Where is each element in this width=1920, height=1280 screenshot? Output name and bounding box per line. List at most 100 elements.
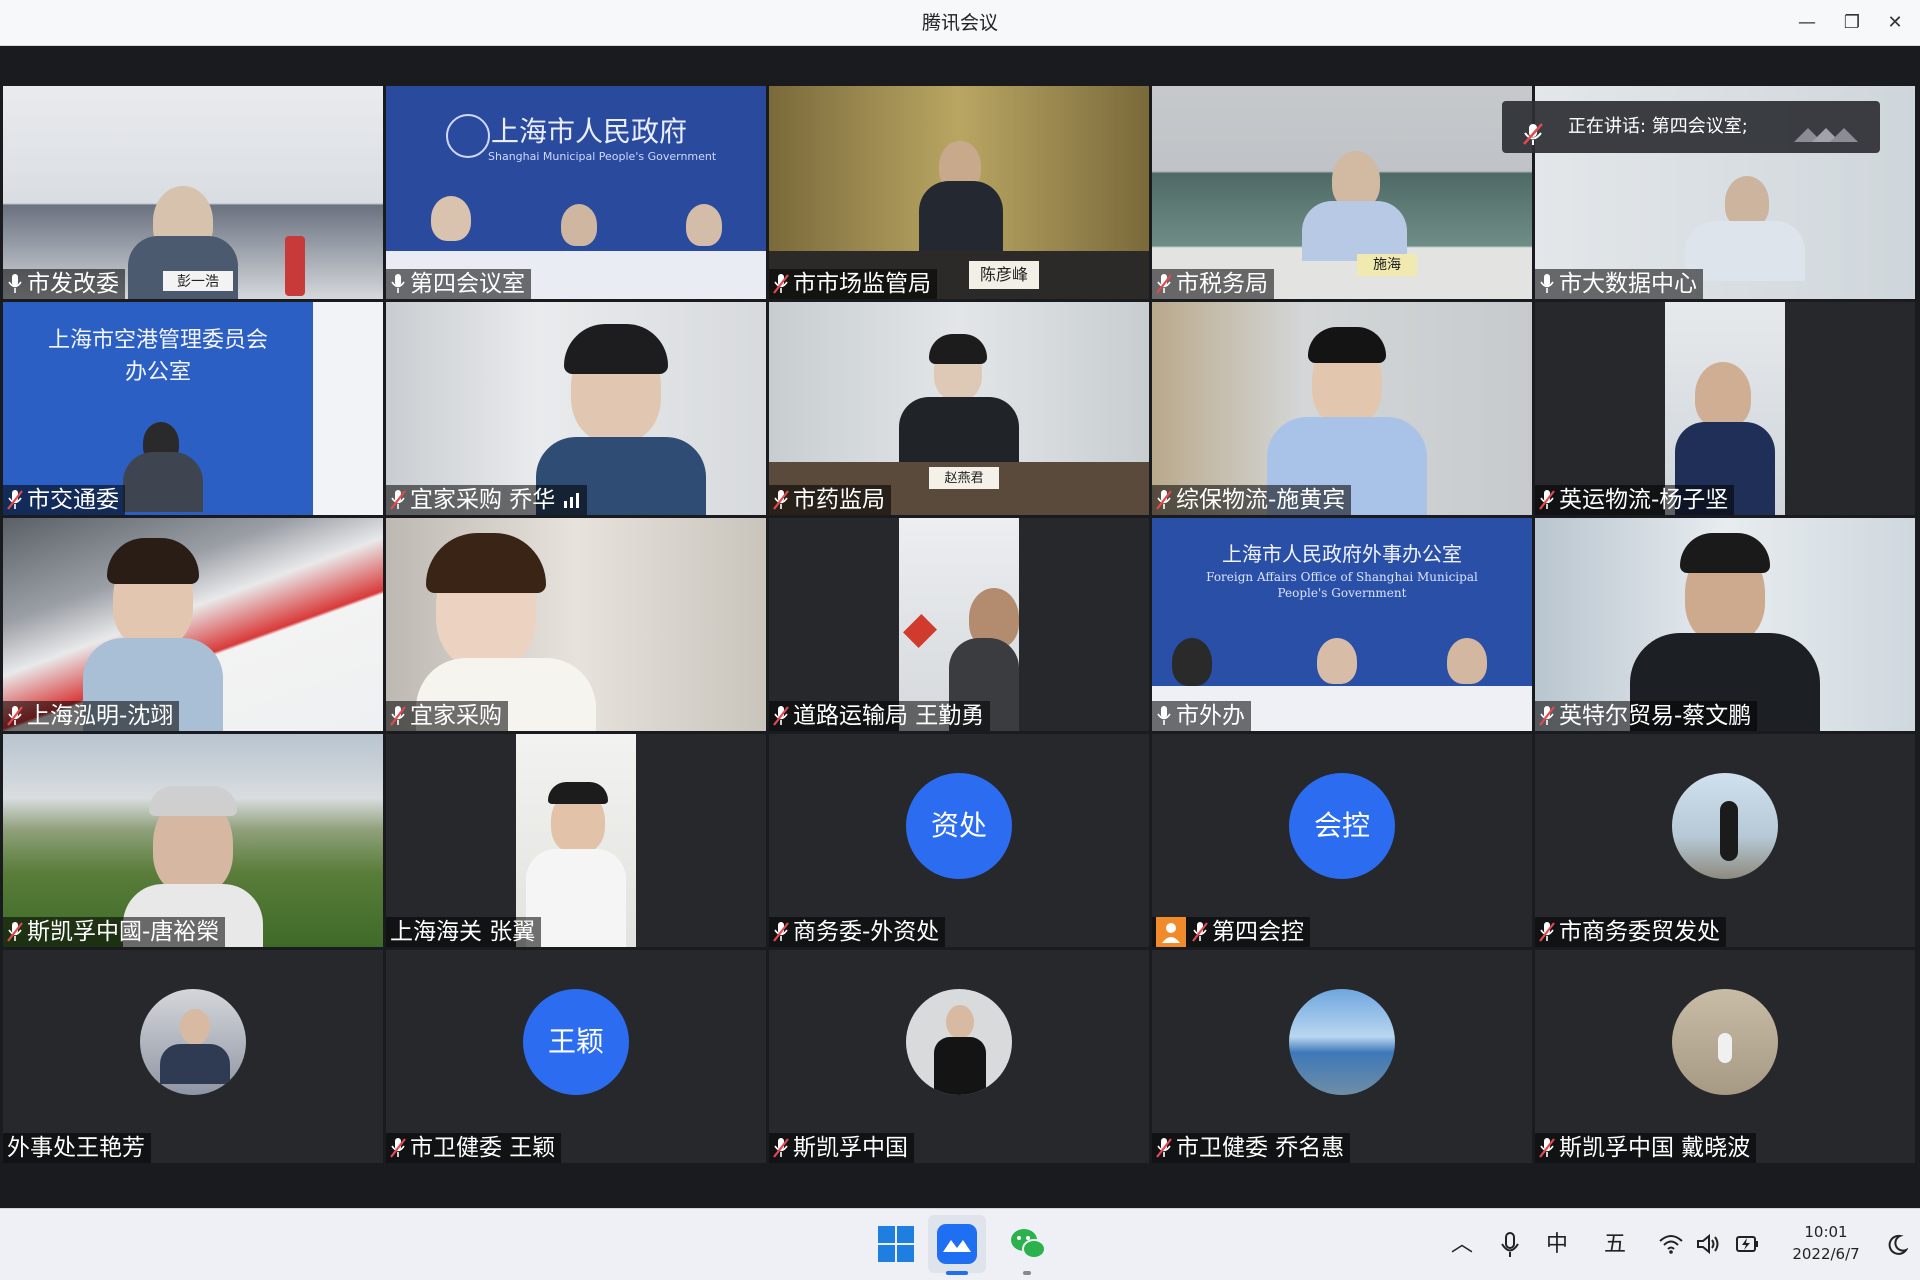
participant-name: 市卫健委 王颖 bbox=[410, 1135, 556, 1161]
video-tile[interactable]: 外事处王艳芳 bbox=[3, 950, 383, 1163]
participant-label: 市大数据中心 bbox=[1535, 269, 1703, 299]
participant-name: 市外办 bbox=[1176, 703, 1245, 729]
video-tile[interactable]: 英运物流-杨子坚 bbox=[1535, 302, 1915, 515]
video-tile[interactable]: 市卫健委 乔名惠 bbox=[1152, 950, 1532, 1163]
participant-label: 商务委-外资处 bbox=[769, 917, 946, 947]
clock-time: 10:01 bbox=[1804, 1223, 1848, 1241]
mic-muted-icon bbox=[773, 1137, 789, 1159]
nameplate: 施海 bbox=[1357, 254, 1417, 276]
participant-label: 市药监局 bbox=[769, 485, 891, 515]
video-tile[interactable]: 彭一浩 市发改委 bbox=[3, 86, 383, 299]
ime-mode-button[interactable]: 中 bbox=[1540, 1229, 1574, 1261]
mic-muted-icon bbox=[7, 705, 23, 727]
mic-muted-icon bbox=[773, 705, 789, 727]
tencent-meeting-icon[interactable] bbox=[935, 1222, 979, 1266]
participant-label: 外事处王艳芳 bbox=[3, 1133, 151, 1163]
participant-label: 市卫健委 乔名惠 bbox=[1152, 1133, 1351, 1163]
wechat-icon[interactable] bbox=[1006, 1222, 1050, 1266]
mic-icon bbox=[1156, 705, 1172, 727]
running-app-indicator bbox=[1023, 1271, 1031, 1275]
wifi-icon[interactable] bbox=[1656, 1229, 1686, 1261]
participant-name: 商务委-外资处 bbox=[793, 919, 940, 945]
volume-icon[interactable] bbox=[1694, 1229, 1724, 1261]
avatar bbox=[906, 988, 1012, 1095]
video-tile[interactable]: 斯凯孚中国 bbox=[769, 950, 1149, 1163]
participant-label: 市税务局 bbox=[1152, 269, 1274, 299]
participant-name: 第四会控 bbox=[1212, 919, 1304, 945]
notification-moon-icon[interactable] bbox=[1882, 1229, 1912, 1261]
ime-wubi-button[interactable]: 五 bbox=[1598, 1229, 1632, 1261]
participant-name: 宜家采购 乔华 bbox=[410, 487, 556, 513]
video-tile[interactable]: 赵燕君 市药监局 bbox=[769, 302, 1149, 515]
participant-label: 上海泓明-沈翊 bbox=[3, 701, 180, 731]
video-tile[interactable]: 施海 市税务局 bbox=[1152, 86, 1532, 299]
backdrop-banner: 上海市空港管理委员会 bbox=[47, 328, 268, 353]
avatar: 会控 bbox=[1289, 772, 1395, 879]
participant-label: 第四会议室 bbox=[386, 269, 531, 299]
backdrop-subtitle: People's Government bbox=[1277, 586, 1407, 600]
mic-icon bbox=[1539, 273, 1555, 295]
participant-label: 宜家采购 乔华 bbox=[386, 485, 588, 515]
participant-label: 英运物流-杨子坚 bbox=[1535, 485, 1735, 515]
participant-label: 第四会控 bbox=[1152, 917, 1310, 947]
participant-name: 市发改委 bbox=[27, 271, 119, 297]
participant-name: 市税务局 bbox=[1176, 271, 1268, 297]
maximize-button[interactable]: ❐ bbox=[1829, 0, 1875, 46]
participant-label: 综保物流-施黄宾 bbox=[1152, 485, 1352, 515]
nameplate: 赵燕君 bbox=[929, 467, 999, 489]
video-tile[interactable]: 资处 商务委-外资处 bbox=[769, 734, 1149, 947]
backdrop-subtitle: Shanghai Municipal People's Government bbox=[488, 150, 717, 163]
video-tile[interactable]: 斯凯孚中国 戴晓波 bbox=[1535, 950, 1915, 1163]
mic-muted-icon bbox=[1539, 1137, 1555, 1159]
video-grid: 彭一浩 市发改委 上海市人民政府 Shanghai Municipal Peop… bbox=[3, 86, 1917, 1166]
backdrop-subtitle: 办公室 bbox=[124, 360, 191, 385]
participant-name: 道路运输局 王勤勇 bbox=[793, 703, 985, 729]
mic-muted-icon bbox=[390, 705, 406, 727]
mic-muted-icon bbox=[7, 489, 23, 511]
participant-name: 市市场监管局 bbox=[793, 271, 931, 297]
video-tile[interactable]: 市商务委贸发处 bbox=[1535, 734, 1915, 947]
active-app-indicator bbox=[946, 1271, 968, 1275]
minimize-button[interactable]: — bbox=[1784, 0, 1830, 46]
video-tile[interactable]: 陈彦峰 市市场监管局 bbox=[769, 86, 1149, 299]
mic-muted-icon bbox=[773, 489, 789, 511]
video-tile[interactable]: 会控 第四会控 bbox=[1152, 734, 1532, 947]
windows-start-icon[interactable] bbox=[874, 1222, 918, 1266]
video-tile[interactable]: 综保物流-施黄宾 bbox=[1152, 302, 1532, 515]
close-button[interactable]: ✕ bbox=[1872, 0, 1918, 46]
participant-name: 英特尔贸易-蔡文鹏 bbox=[1559, 703, 1752, 729]
participant-label: 宜家采购 bbox=[386, 701, 508, 731]
speaking-indicator: 正在讲话: 第四会议室; bbox=[1502, 101, 1880, 153]
video-tile[interactable]: 宜家采购 乔华 bbox=[386, 302, 766, 515]
participant-name: 外事处王艳芳 bbox=[7, 1135, 145, 1161]
video-tile[interactable]: 上海市人民政府外事办公室 Foreign Affairs Office of S… bbox=[1152, 518, 1532, 731]
backdrop-banner: 上海市人民政府外事办公室 bbox=[1222, 542, 1462, 566]
participant-name: 市药监局 bbox=[793, 487, 885, 513]
participant-name: 上海海关 张翼 bbox=[390, 919, 536, 945]
video-tile[interactable]: 上海海关 张翼 bbox=[386, 734, 766, 947]
participant-label: 市发改委 bbox=[3, 269, 125, 299]
backdrop-subtitle: Foreign Affairs Office of Shanghai Munic… bbox=[1206, 570, 1478, 584]
show-hidden-icons-button[interactable]: ︿ bbox=[1448, 1229, 1476, 1261]
participant-label: 市交通委 bbox=[3, 485, 125, 515]
mic-muted-icon bbox=[1539, 489, 1555, 511]
video-tile[interactable]: 王颖 市卫健委 王颖 bbox=[386, 950, 766, 1163]
video-tile[interactable]: 宜家采购 bbox=[386, 518, 766, 731]
participant-name: 上海泓明-沈翊 bbox=[27, 703, 174, 729]
participant-name: 市交通委 bbox=[27, 487, 119, 513]
nameplate: 陈彦峰 bbox=[969, 261, 1039, 289]
video-tile[interactable]: 道路运输局 王勤勇 bbox=[769, 518, 1149, 731]
participant-label: 斯凯孚中國-唐裕榮 bbox=[3, 917, 226, 947]
battery-icon[interactable] bbox=[1732, 1229, 1762, 1261]
video-tile[interactable]: 斯凯孚中國-唐裕榮 bbox=[3, 734, 383, 947]
mic-muted-icon bbox=[1539, 705, 1555, 727]
video-tile[interactable]: 英特尔贸易-蔡文鹏 bbox=[1535, 518, 1915, 731]
mic-muted-icon bbox=[1156, 273, 1172, 295]
video-tile[interactable]: 上海市空港管理委员会 办公室 市交通委 bbox=[3, 302, 383, 515]
microphone-icon[interactable] bbox=[1496, 1229, 1524, 1261]
clock[interactable]: 10:01 2022/6/7 bbox=[1776, 1221, 1876, 1265]
video-tile[interactable]: 上海市人民政府 Shanghai Municipal People's Gove… bbox=[386, 86, 766, 299]
video-tile[interactable]: 上海泓明-沈翊 bbox=[3, 518, 383, 731]
participant-label: 英特尔贸易-蔡文鹏 bbox=[1535, 701, 1758, 731]
participant-label: 市外办 bbox=[1152, 701, 1251, 731]
